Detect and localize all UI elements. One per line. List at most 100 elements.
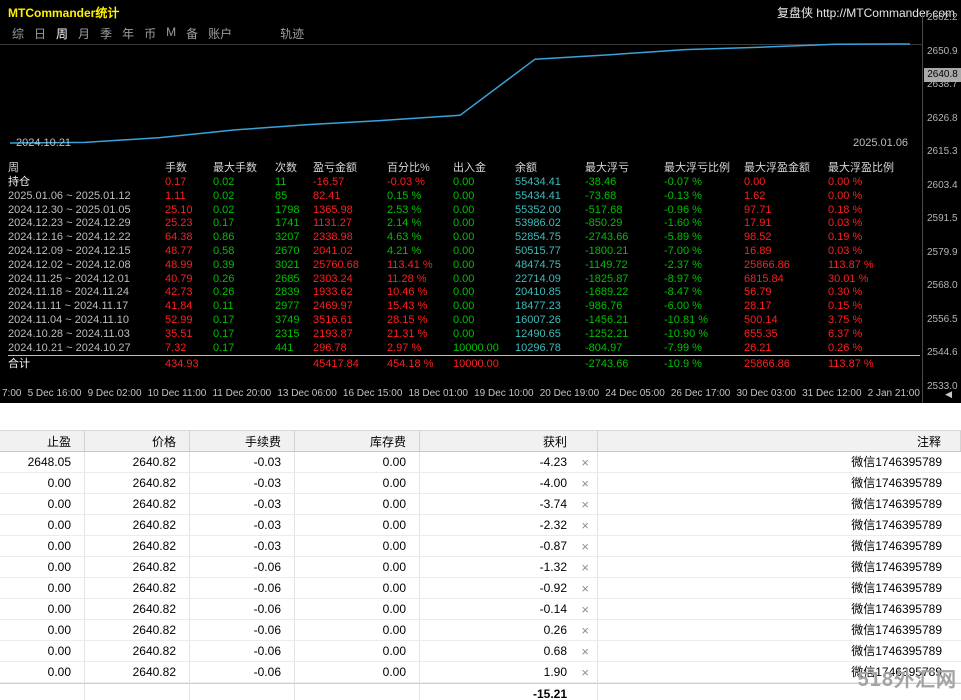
menu-tab-综[interactable]: 综 xyxy=(12,25,24,42)
stats-cell: 10.46 % xyxy=(387,286,453,300)
position-cell: -0.03 xyxy=(190,515,295,535)
position-cell: 0.00 xyxy=(0,620,85,640)
stats-cell: 25.23 xyxy=(165,217,213,231)
menu-tab-日[interactable]: 日 xyxy=(34,25,46,42)
stats-cell: 持仓 xyxy=(8,176,165,190)
positions-column-header[interactable]: 手续费 xyxy=(190,431,295,451)
price-scale-label: 2650.9 xyxy=(927,46,958,58)
stats-cell: 97.71 xyxy=(744,204,828,218)
position-row[interactable]: 0.002640.82-0.060.00-1.32×微信1746395789 xyxy=(0,557,961,578)
menu-tab-备[interactable]: 备 xyxy=(186,25,198,42)
stats-row: 2024.10.28 ~ 2024.11.0335.510.1723152193… xyxy=(8,328,920,342)
stats-cell: 2670 xyxy=(275,245,313,259)
terminal-panel: 止盈价格手续费库存费获利注释2648.052640.82-0.030.00-4.… xyxy=(0,403,961,700)
position-cell: 0.00 xyxy=(0,662,85,682)
stats-cell: 3021 xyxy=(275,259,313,273)
equity-curve xyxy=(0,40,922,152)
menu-tab-账户[interactable]: 账户 xyxy=(208,25,232,42)
position-cell: -0.03 xyxy=(190,452,295,472)
close-position-icon[interactable]: × xyxy=(581,473,589,493)
close-position-icon[interactable]: × xyxy=(581,536,589,556)
close-position-icon[interactable]: × xyxy=(581,494,589,514)
position-cell: -0.03 xyxy=(190,473,295,493)
menu-tab-M[interactable]: M xyxy=(166,25,176,42)
close-position-icon[interactable]: × xyxy=(581,515,589,535)
stats-cell: -6.00 % xyxy=(664,300,744,314)
stats-cell: 1365.98 xyxy=(313,204,387,218)
close-position-icon[interactable]: × xyxy=(581,662,589,682)
position-row[interactable]: 0.002640.82-0.030.00-2.32×微信1746395789 xyxy=(0,515,961,536)
stats-row: 持仓0.170.0211-16.57-0.03 %0.0055434.41-38… xyxy=(8,176,920,190)
stats-cell: 6.37 % xyxy=(828,328,904,342)
position-row[interactable]: 0.002640.82-0.030.00-3.74×微信1746395789 xyxy=(0,494,961,515)
stats-cell: 35.51 xyxy=(165,328,213,342)
position-cell: 0.00 xyxy=(0,599,85,619)
stats-cell: 296.78 xyxy=(313,342,387,356)
stats-cell: 0.26 % xyxy=(828,342,904,356)
close-position-icon[interactable]: × xyxy=(581,452,589,472)
stats-cell: 周 xyxy=(8,160,165,176)
menu-tab-月[interactable]: 月 xyxy=(78,25,90,42)
stats-cell: 113.41 % xyxy=(387,259,453,273)
stats-cell: 40.79 xyxy=(165,273,213,287)
position-row[interactable]: 0.002640.82-0.060.00-0.92×微信1746395789 xyxy=(0,578,961,599)
stats-cell: 28.17 xyxy=(744,300,828,314)
position-row[interactable]: 0.002640.82-0.030.00-0.87×微信1746395789 xyxy=(0,536,961,557)
stats-row: 2024.11.04 ~ 2024.11.1052.990.1737493516… xyxy=(8,314,920,328)
stats-cell: 最大浮盈比例 xyxy=(828,160,904,176)
positions-column-header[interactable]: 注释 xyxy=(598,431,961,451)
stats-cell: 2.97 % xyxy=(387,342,453,356)
menu-tab-季[interactable]: 季 xyxy=(100,25,112,42)
stats-cell: 55434.41 xyxy=(515,190,585,204)
price-scale-label: 2568.0 xyxy=(927,280,958,292)
stats-total-row: 合计434.9345417.84454.18 %10000.00-2743.66… xyxy=(8,355,920,371)
close-position-icon[interactable]: × xyxy=(581,557,589,577)
stats-cell: 55352.00 xyxy=(515,204,585,218)
position-row[interactable]: 0.002640.82-0.060.00-0.14×微信1746395789 xyxy=(0,599,961,620)
stats-cell: 10000.00 xyxy=(453,356,515,371)
time-axis-label: 31 Dec 12:00 xyxy=(802,388,862,399)
stats-cell: 25760.68 xyxy=(313,259,387,273)
position-row[interactable]: 0.002640.82-0.060.001.90×微信1746395789 xyxy=(0,662,961,683)
stats-cell: 25866.86 xyxy=(744,356,828,371)
position-row[interactable]: 0.002640.82-0.060.000.26×微信1746395789 xyxy=(0,620,961,641)
stats-cell: 2024.12.23 ~ 2024.12.29 xyxy=(8,217,165,231)
position-cell: 0.00 xyxy=(0,578,85,598)
position-cell: 微信1746395789 xyxy=(598,494,961,514)
positions-column-header[interactable]: 价格 xyxy=(85,431,190,451)
stats-cell: 0.00 xyxy=(744,176,828,190)
stats-cell: 0.26 xyxy=(213,286,275,300)
stats-cell: 113.87 % xyxy=(828,356,904,371)
price-scale-label: 2544.6 xyxy=(927,347,958,359)
close-position-icon[interactable]: × xyxy=(581,578,589,598)
stats-cell: 18477.23 xyxy=(515,300,585,314)
stats-cell: 2025.01.06 ~ 2025.01.12 xyxy=(8,190,165,204)
close-position-icon[interactable]: × xyxy=(581,620,589,640)
position-cell: 0.00 xyxy=(0,515,85,535)
menu-tab-周[interactable]: 周 xyxy=(56,25,68,42)
total-profit-value: -15.21 xyxy=(420,684,598,700)
stats-cell: -7.99 % xyxy=(664,342,744,356)
menu-tab-track[interactable]: 轨迹 xyxy=(280,25,304,42)
stats-cell: 最大浮盈金额 xyxy=(744,160,828,176)
stats-cell: 52854.75 xyxy=(515,231,585,245)
position-cell: 2640.82 xyxy=(85,599,190,619)
menu-tab-币[interactable]: 币 xyxy=(144,25,156,42)
position-row[interactable]: 0.002640.82-0.030.00-4.00×微信1746395789 xyxy=(0,473,961,494)
positions-column-header[interactable]: 止盈 xyxy=(0,431,85,451)
profit-value: -2.32 xyxy=(540,518,567,532)
position-row[interactable]: 0.002640.82-0.060.000.68×微信1746395789 xyxy=(0,641,961,662)
positions-column-header[interactable]: 库存费 xyxy=(295,431,420,451)
stats-cell: 0.15 % xyxy=(828,300,904,314)
stats-cell: -804.97 xyxy=(585,342,664,356)
menu-tab-年[interactable]: 年 xyxy=(122,25,134,42)
position-cell: -0.06 xyxy=(190,662,295,682)
close-position-icon[interactable]: × xyxy=(581,641,589,661)
close-position-icon[interactable]: × xyxy=(581,599,589,619)
stats-table: 周手数最大手数次数盈亏金额百分比%出入金余额最大浮亏最大浮亏比例最大浮盈金额最大… xyxy=(8,160,920,371)
stats-cell: 0.00 xyxy=(453,286,515,300)
position-row[interactable]: 2648.052640.82-0.030.00-4.23×微信174639578… xyxy=(0,452,961,473)
stats-cell: 2024.11.18 ~ 2024.11.24 xyxy=(8,286,165,300)
stats-cell: -5.89 % xyxy=(664,231,744,245)
positions-column-header[interactable]: 获利 xyxy=(420,431,598,451)
